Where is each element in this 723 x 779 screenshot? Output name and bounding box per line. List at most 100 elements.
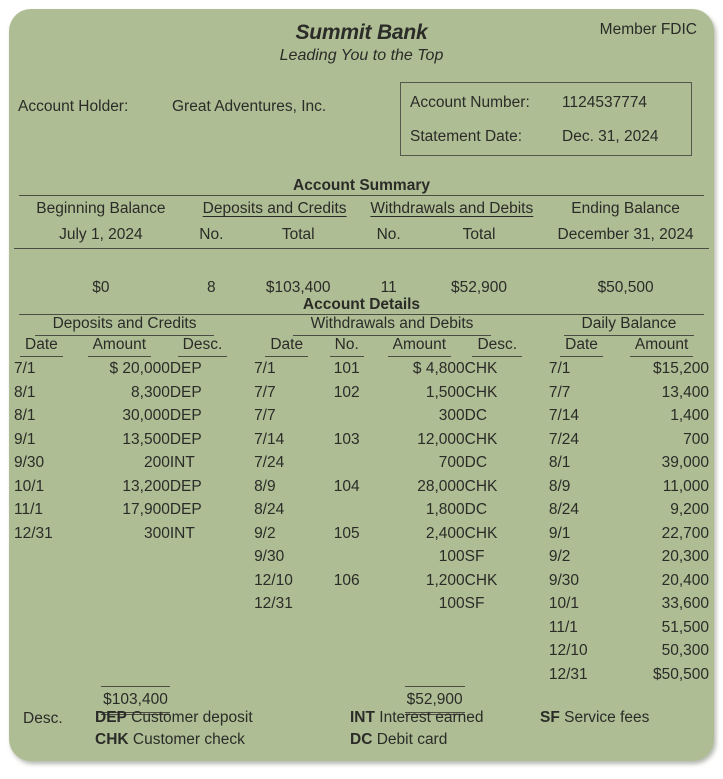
- balance-date: 7/24: [548, 430, 580, 448]
- summary-withdrawals-total-header: Total: [462, 226, 496, 243]
- col-header-dep-desc: Desc.: [170, 336, 235, 357]
- table-row: 9/30 100 SF 9/2 20,300: [14, 545, 709, 569]
- deposit-desc: DEP: [169, 477, 202, 495]
- deposit-desc: [170, 663, 235, 687]
- column-spacer: [235, 357, 254, 381]
- details-deposits-group-header: Deposits and Credits: [14, 315, 235, 336]
- deposit-amount: 200: [143, 454, 170, 471]
- description-legend: Desc. DEP Customer deposit CHK Customer c…: [23, 709, 713, 749]
- withdrawal-amount: [374, 639, 465, 663]
- table-row: 9/1 13,500 DEP 7/14 103 12,000 CHK 7/24 700: [14, 428, 709, 452]
- summary-mid-rule: [14, 248, 709, 275]
- table-row: 10/1 13,200 DEP 8/9 104 28,000 CHK 8/9 11,000: [14, 475, 709, 499]
- column-spacer: [235, 522, 254, 546]
- account-summary-section: Account Summary Beginning Balance Deposi…: [14, 177, 709, 301]
- deposit-desc: DEP: [169, 360, 202, 377]
- balance-date: 10/1: [548, 595, 580, 612]
- deposit-desc: DEP: [169, 501, 202, 518]
- withdrawal-amount: 2,400: [425, 524, 465, 542]
- withdrawal-amount: 700: [438, 454, 465, 471]
- balance-amount: 39,000: [661, 454, 709, 471]
- table-row: 7/1 $ 20,000 DEP 7/1 101 $ 4,800 CHK 7/1 $15,200: [14, 357, 709, 381]
- deposit-amount: 300: [143, 524, 170, 542]
- column-spacer: [235, 616, 254, 640]
- balance-date: 12/10: [548, 642, 588, 659]
- details-balance-group-header: Daily Balance: [549, 315, 709, 336]
- legend-label: Desc.: [23, 710, 63, 727]
- deposit-date: 8/1: [14, 407, 36, 424]
- col-header-bal-date: Date: [549, 336, 614, 357]
- column-spacer: [235, 428, 254, 452]
- column-spacer: [530, 357, 549, 381]
- deposit-desc: [170, 545, 235, 569]
- deposit-desc: [170, 592, 235, 616]
- withdrawal-desc: DC: [464, 454, 488, 471]
- column-spacer: [530, 592, 549, 616]
- table-row: 11/1 51,500: [14, 616, 709, 640]
- summary-beginning-date: July 1, 2024: [59, 226, 143, 243]
- withdrawal-desc: CHK: [464, 430, 498, 448]
- column-spacer: [235, 639, 254, 663]
- withdrawal-date: 7/7: [254, 383, 276, 401]
- deposit-amount: [69, 545, 170, 569]
- deposit-amount: [69, 639, 170, 663]
- withdrawal-amount: 1,500: [425, 383, 465, 401]
- col-header-wd-amount: Amount: [374, 336, 465, 357]
- details-rows-body: 7/1 $ 20,000 DEP 7/1 101 $ 4,800 CHK 7/1 $15,200…: [14, 357, 709, 686]
- balance-amount: 11,000: [662, 477, 709, 495]
- deposit-desc: [170, 616, 235, 640]
- col-header-wd-desc: Desc.: [465, 336, 530, 357]
- summary-beginning-balance-header: Beginning Balance: [36, 200, 166, 217]
- withdrawal-amount: 1,800: [425, 501, 465, 518]
- summary-deposits-total-header: Total: [281, 226, 315, 243]
- summary-mid-rule-row: [14, 248, 709, 275]
- balance-date: 8/9: [548, 477, 571, 495]
- withdrawal-desc: CHK: [464, 383, 498, 401]
- withdrawal-check-no: 103: [333, 430, 360, 448]
- legend-entry-dep: DEP Customer deposit: [95, 709, 253, 726]
- withdrawal-amount: 12,000: [417, 430, 465, 448]
- withdrawal-desc: SF: [464, 595, 485, 612]
- column-spacer: [235, 545, 254, 569]
- withdrawal-check-no: [319, 545, 374, 569]
- column-spacer: [530, 498, 549, 522]
- deposit-desc: INT: [169, 454, 195, 471]
- deposit-date: 7/1: [14, 360, 36, 377]
- withdrawal-date: 12/31: [254, 595, 293, 612]
- account-holder-value: Great Adventures, Inc.: [172, 98, 327, 115]
- deposit-date: 10/1: [14, 477, 45, 495]
- deposit-desc: [170, 569, 235, 593]
- deposit-desc: DEP: [169, 407, 202, 424]
- column-spacer: [530, 569, 549, 593]
- column-spacer: [235, 381, 254, 405]
- statement-date-value: Dec. 31, 2024: [562, 128, 659, 145]
- table-row: 11/1 17,900 DEP 8/24 1,800 DC 8/24 9,200: [14, 498, 709, 522]
- deposit-date: 9/1: [14, 430, 36, 448]
- withdrawal-check-no: [319, 404, 374, 428]
- table-row: 8/1 30,000 DEP 7/7 300 DC 7/14 1,400: [14, 404, 709, 428]
- deposit-date: [14, 616, 69, 640]
- account-number-value: 1124537774: [562, 94, 648, 111]
- withdrawal-check-no: 105: [333, 524, 360, 542]
- balance-amount: 700: [683, 430, 709, 448]
- summary-withdrawals-header: Withdrawals and Debits: [370, 200, 534, 217]
- deposit-date: [14, 663, 69, 687]
- balance-amount: 22,700: [661, 524, 709, 542]
- withdrawal-desc: DC: [464, 407, 488, 424]
- legend-code: SF: [540, 709, 560, 726]
- withdrawal-date: 9/2: [254, 524, 276, 542]
- withdrawal-amount: 100: [438, 595, 465, 612]
- withdrawal-check-no: 104: [333, 477, 360, 495]
- withdrawal-check-no: [319, 498, 374, 522]
- table-row: 12/10 106 1,200 CHK 9/30 20,400: [14, 569, 709, 593]
- column-spacer: [235, 451, 254, 475]
- withdrawal-amount: 300: [438, 407, 465, 424]
- deposit-date: [14, 592, 69, 616]
- withdrawal-desc: DC: [464, 501, 488, 518]
- withdrawal-desc: CHK: [464, 571, 498, 589]
- balance-date: 12/31: [548, 665, 588, 683]
- withdrawal-desc: [465, 663, 530, 687]
- statement-date-row: Statement Date: Dec. 31, 2024: [410, 128, 659, 146]
- deposit-amount: [69, 592, 170, 616]
- column-spacer: [235, 569, 254, 593]
